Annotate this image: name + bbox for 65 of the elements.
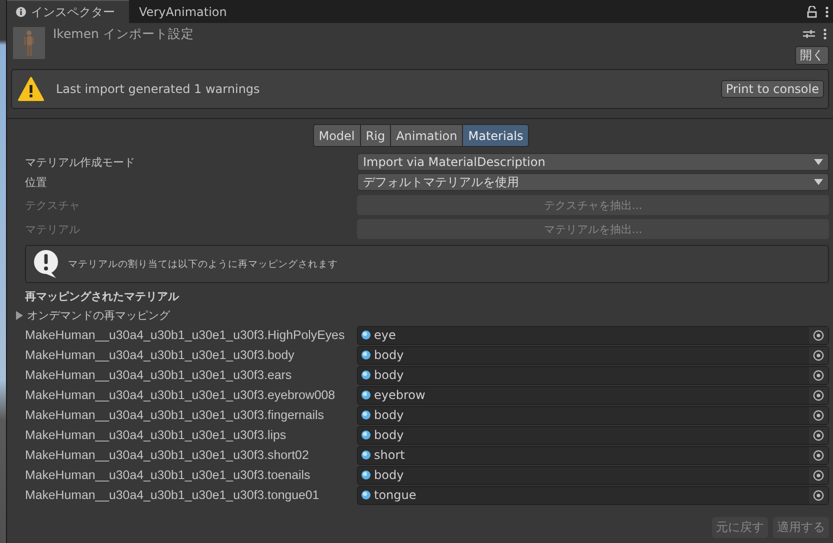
window-tab[interactable]: VeryAnimation (130, 1, 241, 23)
asset-title: Ikemen インポート設定 (53, 26, 194, 43)
material-field[interactable]: body (357, 426, 829, 444)
dropdown-arrow-icon (814, 179, 823, 185)
material-field[interactable]: body (357, 366, 829, 384)
object-picker-icon[interactable] (809, 466, 828, 484)
warning-message: Last import generated 1 warnings (56, 82, 260, 96)
dropdown[interactable]: デフォルトマテリアルを使用 (357, 173, 829, 191)
object-picker-icon[interactable] (809, 326, 828, 344)
import-tab[interactable]: Rig (360, 124, 390, 147)
settings-icon[interactable] (803, 29, 815, 39)
open-button[interactable]: 開く (795, 46, 829, 65)
import-tab[interactable]: Materials (462, 124, 530, 147)
foldout[interactable]: オンデマンドの再マッピング (16, 308, 833, 323)
dropdown-arrow-icon (814, 159, 823, 165)
material-field[interactable]: body (357, 406, 829, 424)
material-icon (361, 470, 371, 480)
mesh-material-name: MakeHuman__u30a4_u30b1_u30e1_u30f3.eyebrow008 (25, 388, 336, 402)
object-picker-icon[interactable] (809, 486, 828, 504)
setting-label: マテリアル (25, 222, 81, 236)
material-field[interactable]: short (357, 446, 829, 464)
object-picker-icon[interactable] (809, 406, 828, 424)
object-picker-icon[interactable] (809, 386, 828, 404)
material-icon (361, 350, 371, 360)
object-picker-icon[interactable] (809, 446, 828, 464)
setting-label: テクスチャ (25, 198, 81, 212)
material-icon (361, 370, 371, 380)
material-field[interactable]: body (357, 346, 829, 364)
material-icon (361, 390, 371, 400)
info-message: マテリアルの割り当ては以下のように再マッピングされます (68, 258, 338, 270)
mesh-material-name: MakeHuman__u30a4_u30b1_u30e1_u30f3.ears (25, 368, 293, 382)
info-icon (16, 7, 26, 17)
material-icon (361, 490, 371, 500)
object-picker-icon[interactable] (809, 426, 828, 444)
import-tab[interactable]: Animation (390, 124, 462, 147)
setting-label: マテリアル作成モード (25, 154, 136, 170)
material-icon (361, 410, 371, 420)
warning-icon (18, 77, 44, 101)
print-button[interactable]: Print to console (720, 80, 824, 98)
material-icon (361, 450, 371, 460)
import-tab[interactable]: Model (312, 124, 360, 147)
material-icon (361, 430, 371, 440)
more-icon[interactable] (825, 6, 829, 18)
window-tab[interactable]: インスペクター (7, 0, 129, 23)
material-field[interactable]: tongue (357, 486, 829, 504)
material-field[interactable]: eyebrow (357, 386, 829, 404)
material-field[interactable]: eye (357, 326, 829, 344)
mesh-material-name: MakeHuman__u30a4_u30b1_u30e1_u30f3.toenails (25, 468, 312, 482)
mesh-material-name: MakeHuman__u30a4_u30b1_u30e1_u30f3.lips (25, 428, 288, 442)
mesh-material-name: MakeHuman__u30a4_u30b1_u30e1_u30f3.fingernails (25, 408, 325, 422)
mesh-material-name: MakeHuman__u30a4_u30b1_u30e1_u30f3.HighPolyEyes (25, 328, 346, 342)
object-picker-icon[interactable] (809, 366, 828, 384)
lock-icon[interactable] (807, 6, 817, 18)
setting-label: 位置 (25, 174, 48, 190)
mesh-material-name: MakeHuman__u30a4_u30b1_u30e1_u30f3.tongue01 (25, 488, 320, 502)
material-icon (361, 330, 371, 340)
foldout-arrow-icon (16, 311, 24, 320)
material-field[interactable]: body (357, 466, 829, 484)
mesh-material-name: MakeHuman__u30a4_u30b1_u30e1_u30f3.body (25, 348, 296, 362)
mesh-material-name: MakeHuman__u30a4_u30b1_u30e1_u30f3.short02 (25, 448, 310, 462)
more-icon[interactable] (823, 28, 827, 40)
section-title: 再マッピングされたマテリアル (25, 289, 180, 304)
dropdown[interactable]: Import via MaterialDescription (357, 153, 829, 171)
object-picker-icon[interactable] (809, 346, 828, 364)
info-icon (32, 249, 60, 279)
